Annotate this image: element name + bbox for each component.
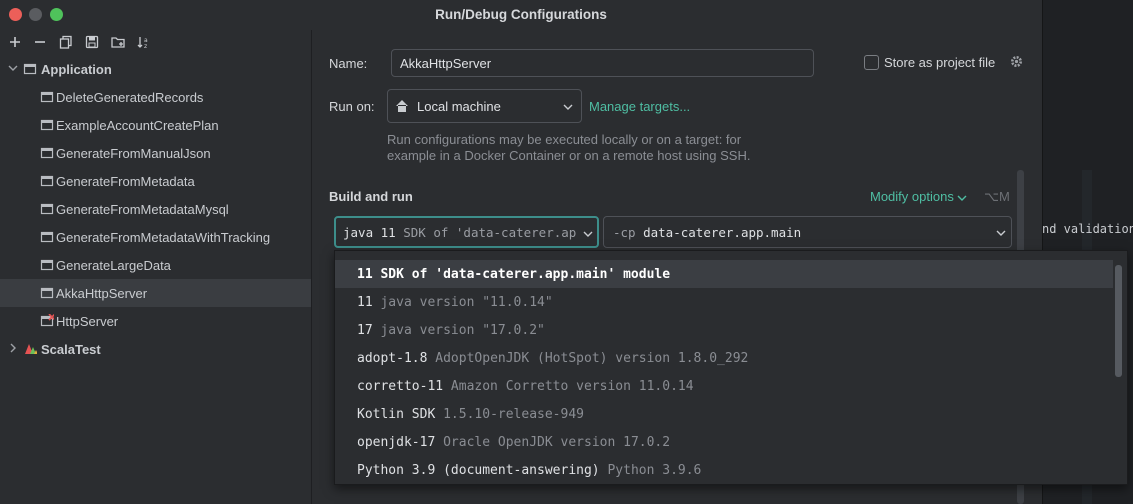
jdk-select[interactable]: java 11 SDK of 'data-caterer.ap: [334, 216, 599, 248]
home-icon: [396, 100, 408, 112]
modify-options-label: Modify options: [870, 189, 954, 204]
jdk-option-version: AdoptOpenJDK (HotSpot) version 1.8.0_292: [435, 351, 749, 366]
chevron-down-icon[interactable]: [7, 62, 19, 74]
jdk-option-name: Kotlin SDK: [357, 407, 436, 422]
jdk-option-name: 11: [357, 295, 373, 310]
tree-item-generate-large-data[interactable]: GenerateLargeData: [0, 251, 311, 279]
tree-node-scalatest[interactable]: ScalaTest: [0, 335, 311, 363]
jdk-prefix: java 11: [343, 225, 396, 240]
sort-icon[interactable]: az: [136, 34, 152, 50]
run-on-select[interactable]: Local machine: [387, 89, 582, 123]
tree-item-label: HttpServer: [56, 314, 119, 329]
application-config-icon: [40, 91, 54, 103]
background-code-text: nd validation: [1042, 222, 1133, 236]
modify-options-shortcut: ⌥M: [984, 189, 1010, 204]
svg-text:z: z: [144, 43, 147, 50]
new-folder-icon[interactable]: [110, 34, 126, 50]
store-as-project-file-label[interactable]: Store as project file: [884, 55, 995, 70]
jdk-option[interactable]: 11 SDK of 'data-caterer.app.main' module: [335, 260, 1113, 288]
name-label: Name:: [329, 56, 368, 71]
jdk-option[interactable]: openjdk-17 Oracle OpenJDK version 17.0.2: [335, 428, 1113, 456]
tree-node-application-label: Application: [41, 62, 112, 77]
tree-item-label: DeleteGeneratedRecords: [56, 90, 204, 105]
jdk-option-version: Amazon Corretto version 11.0.14: [450, 379, 694, 394]
tree-item-label: GenerateFromMetadataMysql: [56, 202, 229, 217]
name-field-value: AkkaHttpServer: [400, 56, 492, 71]
chevron-down-icon: [996, 230, 1006, 236]
jdk-option-name: Python 3.9 (document-answering): [357, 463, 600, 478]
tree-item-label: GenerateFromMetadata: [56, 174, 195, 189]
copy-icon[interactable]: [58, 34, 74, 50]
jdk-value: SDK of 'data-caterer.ap: [403, 225, 577, 240]
save-icon[interactable]: [84, 34, 100, 50]
name-field[interactable]: AkkaHttpServer: [391, 49, 814, 77]
jdk-option-version: java version "11.0.14": [380, 295, 553, 310]
tree-node-application[interactable]: Application: [0, 55, 311, 83]
dropdown-scrollbar[interactable]: [1115, 265, 1122, 377]
tree-item-generate-from-metadata-mysql[interactable]: GenerateFromMetadataMysql: [0, 195, 311, 223]
tree-item-label: GenerateFromMetadataWithTracking: [56, 230, 271, 245]
jdk-option-name: adopt-1.8: [357, 351, 428, 366]
run-on-value: Local machine: [417, 99, 501, 114]
jdk-option[interactable]: 11 java version "11.0.14": [335, 288, 1113, 316]
manage-targets-link[interactable]: Manage targets...: [589, 99, 690, 114]
tree-item-label: ExampleAccountCreatePlan: [56, 118, 219, 133]
application-config-icon: [40, 119, 54, 131]
add-icon[interactable]: [7, 34, 23, 50]
scalatest-icon: [25, 344, 37, 354]
tree-item-label: GenerateFromManualJson: [56, 146, 211, 161]
jdk-option[interactable]: Python 3.9 (document-answering) Python 3…: [335, 456, 1113, 484]
jdk-option-version: Python 3.9.6: [607, 463, 702, 478]
chevron-down-icon: [563, 104, 573, 110]
cp-value: data-caterer.app.main: [643, 225, 802, 240]
jdk-option-version: java version "17.0.2": [380, 323, 545, 338]
jdk-option-name: openjdk-17: [357, 435, 436, 450]
tree-item-delete-generated-records[interactable]: DeleteGeneratedRecords: [0, 83, 311, 111]
application-config-icon: [23, 63, 37, 75]
build-and-run-heading: Build and run: [329, 189, 413, 204]
tree-item-label: AkkaHttpServer: [56, 286, 148, 301]
tree-node-scalatest-label: ScalaTest: [41, 342, 101, 357]
application-config-icon: [40, 175, 54, 187]
tree-item-akka-http-server[interactable]: AkkaHttpServer: [0, 279, 311, 307]
jdk-option[interactable]: adopt-1.8 AdoptOpenJDK (HotSpot) version…: [335, 344, 1113, 372]
run-on-hint: Run configurations may be executed local…: [387, 132, 751, 163]
jdk-option-version: 1.5.10-release-949: [443, 407, 584, 422]
application-config-icon: [40, 147, 54, 159]
window-title: Run/Debug Configurations: [435, 7, 607, 22]
application-config-icon: [40, 203, 54, 215]
tree-item-label: GenerateLargeData: [56, 258, 171, 273]
jdk-option[interactable]: corretto-11 Amazon Corretto version 11.0…: [335, 372, 1113, 400]
cp-prefix: -cp: [613, 225, 636, 240]
jdk-option-name: corretto-11: [357, 379, 444, 394]
tree-item-generate-from-metadata[interactable]: GenerateFromMetadata: [0, 167, 311, 195]
tree-item-example-account-create-plan[interactable]: ExampleAccountCreatePlan: [0, 111, 311, 139]
remove-icon[interactable]: [32, 34, 48, 50]
jdk-option-version: Oracle OpenJDK version 17.0.2: [443, 435, 671, 450]
application-config-error-icon: [40, 314, 54, 327]
jdk-option-name: 11 SDK of 'data-caterer.app.main' module: [357, 267, 671, 282]
classpath-module-select[interactable]: -cp data-caterer.app.main: [603, 216, 1012, 248]
modify-options-link[interactable]: Modify options: [870, 189, 967, 204]
jdk-option[interactable]: Kotlin SDK 1.5.10-release-949: [335, 400, 1113, 428]
configuration-tree-panel: az Application DeleteGeneratedRecords Ex…: [0, 30, 312, 504]
application-config-icon: [40, 231, 54, 243]
chevron-down-icon: [583, 231, 593, 237]
chevron-right-icon[interactable]: [7, 342, 19, 354]
tree-item-generate-from-manual-json[interactable]: GenerateFromManualJson: [0, 139, 311, 167]
tree-item-http-server[interactable]: HttpServer: [0, 307, 311, 335]
tree-toolbar: az: [0, 30, 311, 54]
tree-item-generate-from-metadata-with-tracking[interactable]: GenerateFromMetadataWithTracking: [0, 223, 311, 251]
application-config-icon: [40, 259, 54, 271]
store-as-project-file-checkbox[interactable]: [864, 55, 879, 70]
application-config-icon: [40, 287, 54, 299]
jdk-dropdown-list: 11 SDK of 'data-caterer.app.main' module…: [334, 250, 1128, 485]
jdk-option[interactable]: 17 java version "17.0.2": [335, 316, 1113, 344]
chevron-down-icon: [957, 195, 967, 201]
gear-icon[interactable]: [1009, 54, 1024, 69]
jdk-option-name: 17: [357, 323, 373, 338]
title-bar: Run/Debug Configurations: [0, 0, 1042, 30]
run-on-label: Run on:: [329, 99, 375, 114]
